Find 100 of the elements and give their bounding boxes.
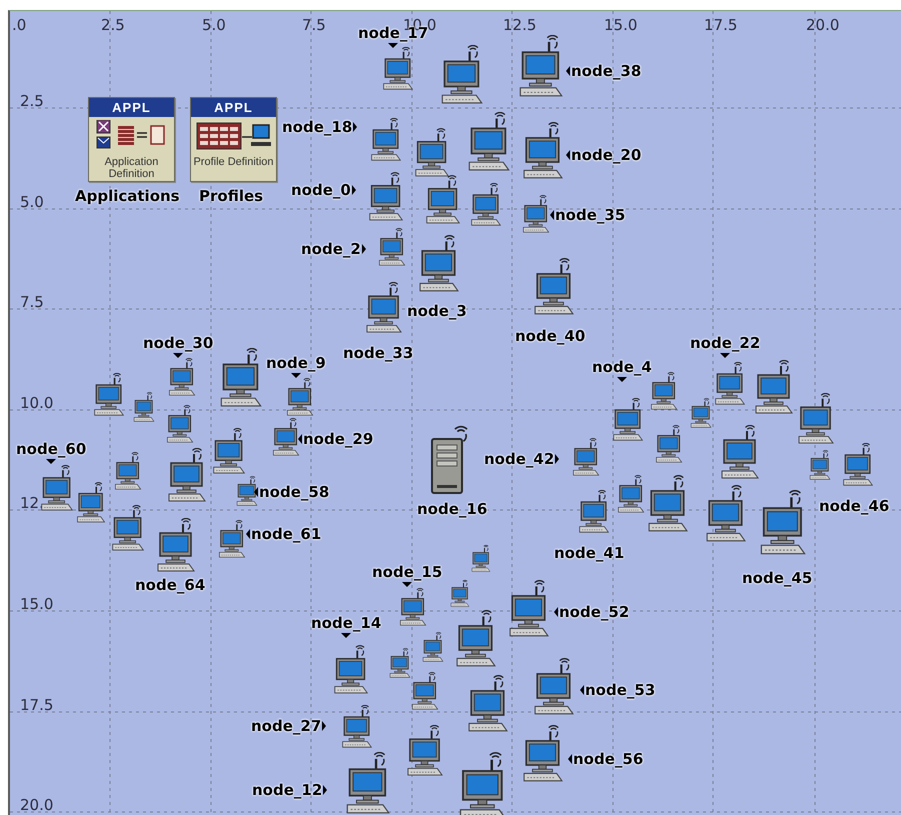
computer-icon[interactable]	[842, 443, 874, 486]
computer-icon[interactable]	[40, 465, 74, 511]
pointer-icon	[290, 373, 301, 378]
computer-icon[interactable]	[133, 392, 155, 422]
computer-icon[interactable]	[508, 580, 550, 637]
computer-icon[interactable]	[471, 545, 491, 572]
computer-icon[interactable]	[578, 490, 610, 533]
computer-icon[interactable]	[365, 282, 403, 333]
node-label: node_20	[571, 146, 642, 164]
pointer-icon	[322, 721, 326, 731]
axis-label: 12.	[20, 494, 44, 512]
computer-icon[interactable]	[617, 475, 645, 513]
pointer-icon	[550, 210, 554, 220]
computer-icon[interactable]	[518, 35, 564, 97]
node-label: node_33	[343, 344, 414, 362]
computer-icon[interactable]	[389, 648, 411, 678]
computer-icon[interactable]	[467, 675, 509, 732]
appl-badge: APPL	[191, 98, 276, 117]
computer-icon[interactable]	[219, 348, 263, 407]
node-label: node_60	[16, 440, 86, 458]
node-label: node_38	[571, 62, 642, 80]
pointer-icon	[246, 529, 250, 539]
node-label: node_15	[372, 563, 442, 581]
config-object-card[interactable]: APPL Application Definition	[88, 97, 175, 182]
computer-icon[interactable]	[705, 485, 747, 542]
computer-icon[interactable]	[522, 195, 550, 233]
computer-icon[interactable]	[406, 725, 444, 776]
node-label: node_53	[585, 681, 656, 699]
server-icon[interactable]	[430, 425, 470, 495]
computer-icon[interactable]	[212, 428, 246, 474]
computer-icon[interactable]	[168, 358, 196, 396]
computer-icon[interactable]	[425, 175, 461, 224]
computer-icon[interactable]	[167, 448, 207, 502]
computer-icon[interactable]	[382, 47, 414, 90]
node-label: node_45	[742, 569, 812, 587]
computer-icon[interactable]	[411, 672, 439, 710]
pointer-icon	[555, 454, 560, 464]
computer-icon[interactable]	[422, 632, 444, 662]
computer-icon[interactable]	[647, 475, 689, 532]
computer-icon[interactable]	[345, 752, 391, 814]
computer-icon[interactable]	[522, 122, 564, 179]
axis-label: 15.0	[604, 16, 638, 34]
pointer-icon	[353, 122, 358, 132]
computer-icon[interactable]	[236, 476, 258, 506]
computer-icon[interactable]	[467, 112, 511, 171]
computer-icon[interactable]	[759, 490, 807, 555]
node-label: node_30	[143, 334, 214, 352]
computer-icon[interactable]	[272, 418, 300, 456]
node-label: node_22	[690, 334, 760, 352]
computer-icon[interactable]	[166, 405, 194, 443]
config-object-card[interactable]: APPL Profile Definition	[190, 97, 277, 182]
computer-icon[interactable]	[470, 183, 502, 226]
computer-icon[interactable]	[720, 425, 760, 479]
node-label: node_18	[282, 118, 352, 136]
appl-badge: APPL	[89, 98, 174, 117]
computer-icon[interactable]	[455, 610, 497, 667]
computer-icon[interactable]	[809, 450, 831, 480]
computer-icon[interactable]	[440, 45, 484, 104]
computer-icon[interactable]	[111, 505, 145, 551]
node-label: node_64	[135, 576, 206, 594]
computer-icon[interactable]	[754, 360, 794, 414]
computer-icon[interactable]	[714, 362, 746, 405]
computer-icon[interactable]	[114, 452, 142, 490]
computer-icon[interactable]	[341, 705, 373, 748]
node-label: node_4	[592, 358, 652, 376]
axis-label: 20.0	[806, 16, 840, 34]
computer-icon[interactable]	[76, 482, 106, 523]
computer-icon[interactable]	[286, 378, 314, 416]
computer-icon[interactable]	[156, 518, 196, 572]
computer-icon[interactable]	[370, 118, 402, 161]
config-object-title: Profile Definition	[192, 156, 275, 168]
computer-icon[interactable]	[399, 588, 427, 626]
computer-icon[interactable]	[333, 645, 369, 694]
computer-icon[interactable]	[655, 425, 683, 463]
pointer-icon	[46, 459, 56, 464]
computer-icon[interactable]	[418, 235, 460, 292]
computer-icon[interactable]	[533, 258, 575, 315]
computer-icon[interactable]	[533, 658, 575, 715]
computer-icon[interactable]	[612, 398, 644, 441]
computer-icon[interactable]	[368, 172, 404, 221]
axis-label: 17.5	[704, 16, 738, 34]
node-label: node_61	[251, 525, 322, 543]
computer-icon[interactable]	[650, 372, 678, 410]
computer-icon[interactable]	[450, 580, 470, 607]
computer-icon[interactable]	[93, 373, 125, 416]
computer-icon[interactable]	[218, 520, 246, 558]
pointer-icon	[352, 185, 356, 195]
node-label: node_41	[554, 544, 624, 562]
computer-icon[interactable]	[797, 393, 835, 444]
computer-icon[interactable]	[522, 725, 564, 782]
node-label: node_9	[266, 354, 326, 372]
pointer-icon	[720, 353, 730, 358]
axis-label: 7.5	[302, 16, 326, 34]
node-label: node_16	[417, 500, 488, 518]
computer-icon[interactable]	[414, 128, 450, 177]
pointer-icon	[173, 353, 184, 358]
config-object-caption: Applications	[75, 187, 180, 205]
computer-icon[interactable]	[690, 398, 712, 428]
computer-icon[interactable]	[572, 438, 600, 476]
computer-icon[interactable]	[378, 228, 406, 266]
